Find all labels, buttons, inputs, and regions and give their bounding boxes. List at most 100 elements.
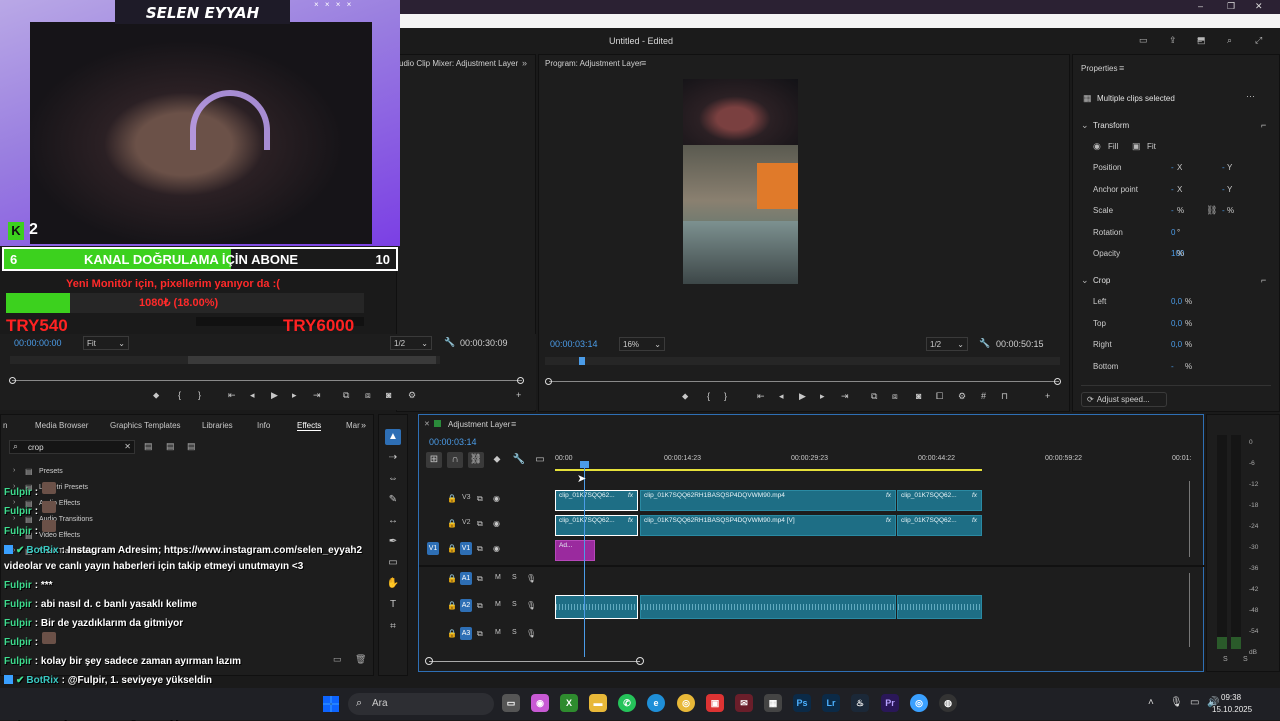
razor-tool-icon[interactable]: ✎ [385, 492, 401, 508]
eye-icon[interactable]: ◉ [493, 544, 500, 553]
audio-clip-a2-c[interactable] [897, 595, 982, 619]
timeline-playhead-head[interactable] [580, 461, 589, 468]
source-zoom-bar[interactable] [12, 380, 522, 381]
slip-tool-icon[interactable]: ↔ [385, 513, 401, 529]
program-step-back-icon[interactable]: ◂ [779, 391, 784, 402]
program-zoom-handle-right[interactable] [1054, 378, 1061, 385]
transform-reset-icon[interactable]: ⌐ [1261, 120, 1266, 130]
solo-button[interactable]: S [512, 601, 517, 608]
tray-display-icon[interactable]: ▭ [1190, 697, 1199, 708]
program-zoom-handle-left[interactable] [545, 378, 552, 385]
sync-lock-icon[interactable]: ⧉ [477, 544, 483, 554]
export-frame-icon[interactable]: ◙ [386, 390, 391, 400]
work-area-bar[interactable] [555, 469, 982, 471]
lightroom-icon[interactable]: Lr [822, 694, 840, 712]
hand-tool-icon[interactable]: ✋ [385, 576, 401, 592]
timeline-menu-icon[interactable]: ≡ [511, 419, 516, 429]
comparison-icon[interactable]: ⧠ [936, 391, 943, 402]
scale-link-icon[interactable]: ⛓ [1206, 205, 1217, 216]
source-zoom-select[interactable]: Fit ⌄ [83, 336, 129, 350]
microphone-icon[interactable]: 🎙 [526, 601, 536, 610]
chrome-profile-icon[interactable]: ◎ [910, 694, 928, 712]
tab-effects[interactable]: Effects [297, 421, 322, 431]
lift-icon[interactable]: ⧉ [871, 391, 877, 402]
program-resolution-select[interactable]: 1/2 ⌄ [926, 337, 968, 351]
h-scroll-right-handle[interactable] [636, 657, 644, 665]
fit-radio-icon[interactable]: ▣ [1132, 141, 1141, 152]
transform-collapse-icon[interactable]: ⌄ [1081, 120, 1089, 131]
crop-collapse-icon[interactable]: ⌄ [1081, 275, 1089, 286]
clip-v3-a[interactable]: clip_01K7SQQ62... fx [555, 490, 638, 511]
close-button[interactable]: ✕ [1255, 1, 1263, 12]
xbox-icon[interactable]: X [560, 694, 578, 712]
fit-label[interactable]: Fit [1147, 142, 1156, 151]
overwrite-icon[interactable]: ⧈ [365, 390, 371, 401]
clip-v2-b[interactable]: clip_01K7SQQ62RH1BASQSP4DQVWM90.mp4 [V] f… [640, 515, 896, 536]
taskbar-search-placeholder[interactable]: Ara [372, 698, 388, 709]
source-monitor-tab[interactable]: udio Clip Mixer: Adjustment Layer [399, 59, 518, 68]
fill-radio-icon[interactable]: ◉ [1093, 141, 1101, 152]
tab-libraries[interactable]: Libraries [202, 421, 233, 430]
tray-chevron-icon[interactable]: ˄ [1148, 697, 1154, 708]
prop-value-3[interactable]: 0 [1171, 228, 1175, 237]
program-mark-in-icon[interactable]: { [707, 391, 710, 401]
obs-icon[interactable]: ◍ [939, 694, 957, 712]
program-export-frame-icon[interactable]: ◙ [916, 391, 921, 401]
clip-v2-c[interactable]: clip_01K7SQQ62... fx [897, 515, 982, 536]
yuv-effects-icon[interactable]: ▤ [187, 441, 196, 452]
timeline-close-icon[interactable]: ✕ [424, 420, 430, 428]
clip-v3-b[interactable]: clip_01K7SQQ62RH1BASQSP4DQVWM90.mp4 fx [640, 490, 896, 511]
export-icon[interactable]: ⇪ [1169, 35, 1177, 46]
safe-margin-icon[interactable]: ⊓ [1001, 391, 1008, 402]
step-forward-icon[interactable]: ▸ [292, 390, 297, 401]
track-lock-icon[interactable]: 🔒 [447, 601, 457, 610]
tray-mic-icon[interactable]: 🎙 [1170, 697, 1183, 708]
calculator-icon[interactable]: ▦ [764, 694, 782, 712]
grid-icon[interactable]: # [981, 391, 986, 401]
add-button-icon[interactable]: + [516, 390, 521, 400]
timeline-v-scroll-video[interactable] [1189, 481, 1190, 557]
timeline-settings-icon[interactable]: 🔧 [511, 452, 527, 468]
program-wrench-icon[interactable]: 🔧 [979, 338, 990, 349]
effects-search-value[interactable]: crop [28, 443, 44, 452]
audio-clip-a2-a[interactable] [555, 595, 638, 619]
timeline-timecode[interactable]: 00:00:03:14 [429, 437, 477, 447]
track-target-a2[interactable]: A2 [460, 599, 472, 612]
32bit-effects-icon[interactable]: ▤ [166, 441, 175, 452]
sync-lock-icon[interactable]: ⧉ [477, 574, 483, 584]
track-target-a3[interactable]: A3 [460, 627, 472, 640]
selection-tool-icon[interactable]: ▲ [385, 429, 401, 445]
tree-item[interactable]: Presets [39, 468, 63, 475]
crop-value-0[interactable]: 0,0 [1171, 297, 1182, 306]
timeline-v-scroll-audio[interactable] [1189, 573, 1190, 647]
sync-lock-icon[interactable]: ⧉ [477, 629, 483, 639]
taskbar-search[interactable]: ⌕ Ara [348, 693, 494, 715]
tab-media-browser[interactable]: Media Browser [35, 421, 88, 430]
clip-v3-c[interactable]: clip_01K7SQQ62... fx [897, 490, 982, 511]
track-target-a1[interactable]: A1 [460, 572, 472, 585]
rectangle-tool-icon[interactable]: ▭ [385, 555, 401, 571]
program-timecode[interactable]: 00:00:03:14 [550, 339, 598, 349]
task-view-icon[interactable]: ▭ [502, 694, 520, 712]
clip-v2-a[interactable]: clip_01K7SQQ62... fx [555, 515, 638, 536]
track-lock-icon[interactable]: 🔒 [447, 574, 457, 583]
timeline-h-scroll[interactable] [429, 661, 640, 662]
play-icon[interactable]: ▶ [271, 390, 278, 401]
mute-button[interactable]: M [495, 574, 501, 581]
vr-icon[interactable]: ⚙ [958, 391, 966, 402]
fullscreen-icon[interactable]: ⤢ [1255, 35, 1262, 46]
clip-v1-adjustment[interactable]: Ad... [555, 540, 595, 561]
prop-value-2[interactable]: - [1171, 206, 1174, 215]
menu-icon[interactable]: ≡ [1197, 35, 1202, 45]
mark-in-icon[interactable]: { [178, 390, 181, 400]
wrench-icon[interactable]: 🔧 [444, 337, 455, 348]
properties-menu-icon[interactable]: ≡ [1119, 63, 1124, 73]
mute-button[interactable]: M [495, 629, 501, 636]
program-go-in-icon[interactable]: ⇤ [757, 391, 765, 402]
more-options-icon[interactable]: ⋯ [1246, 91, 1255, 102]
insert-overwrite-icon[interactable]: ⊞ [426, 452, 442, 468]
pen-tool-icon[interactable]: ✒ [385, 534, 401, 550]
tab-graphics-templates[interactable]: Graphics Templates [110, 421, 181, 430]
program-add-icon[interactable]: + [1045, 391, 1050, 401]
maximize-button[interactable]: ❐ [1227, 1, 1235, 12]
